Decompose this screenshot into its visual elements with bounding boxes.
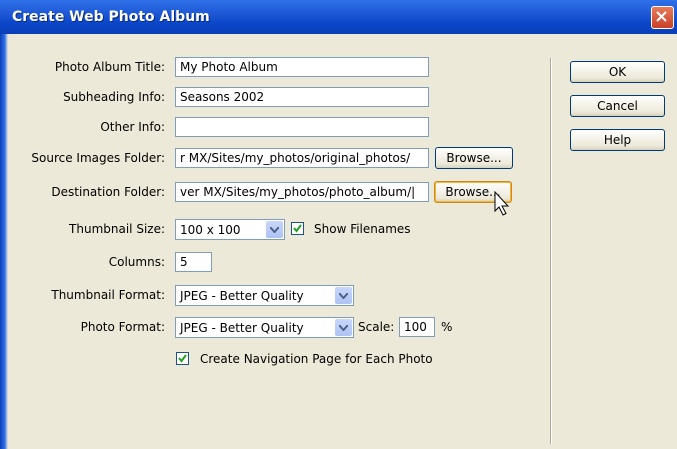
- checkmark-icon: [178, 354, 187, 363]
- scale-label: Scale:: [358, 320, 395, 334]
- columns-label: Columns:: [108, 255, 165, 269]
- album-title-label: Photo Album Title:: [54, 60, 165, 74]
- cancel-button[interactable]: Cancel: [570, 95, 665, 117]
- source-folder-input[interactable]: r MX/Sites/my_photos/original_photos/: [175, 148, 429, 168]
- scale-input[interactable]: 100: [399, 317, 435, 337]
- thumb-size-select[interactable]: 100 x 100: [175, 219, 285, 240]
- thumb-size-label: Thumbnail Size:: [69, 222, 165, 236]
- photo-format-select[interactable]: JPEG - Better Quality: [175, 317, 354, 338]
- source-folder-label: Source Images Folder:: [31, 151, 165, 165]
- dest-folder-label: Destination Folder:: [51, 185, 165, 199]
- ok-button[interactable]: OK: [570, 61, 665, 83]
- title-bar[interactable]: Create Web Photo Album: [0, 0, 677, 34]
- subheading-input[interactable]: Seasons 2002: [175, 87, 429, 107]
- other-info-label: Other Info:: [100, 120, 165, 134]
- thumb-size-value: 100 x 100: [180, 223, 241, 237]
- nav-page-checkbox[interactable]: [176, 352, 189, 365]
- percent-label: %: [441, 320, 453, 334]
- columns-input[interactable]: 5: [175, 252, 212, 272]
- mouse-cursor-icon: [494, 191, 510, 216]
- thumb-format-label: Thumbnail Format:: [51, 288, 165, 302]
- thumb-format-value: JPEG - Better Quality: [180, 289, 304, 303]
- photo-format-label: Photo Format:: [80, 320, 165, 334]
- photo-format-value: JPEG - Better Quality: [180, 321, 304, 335]
- checkmark-icon: [293, 224, 302, 233]
- dest-folder-input[interactable]: ver MX/Sites/my_photos/photo_album/|: [175, 182, 429, 202]
- dialog-window: Create Web Photo Album Photo Album Title…: [0, 0, 677, 449]
- subheading-label: Subheading Info:: [63, 90, 165, 104]
- close-icon: [656, 11, 667, 22]
- other-info-input[interactable]: [175, 117, 429, 137]
- show-filenames-checkbox[interactable]: [291, 222, 304, 235]
- help-button[interactable]: Help: [570, 129, 665, 151]
- nav-page-label: Create Navigation Page for Each Photo: [200, 352, 433, 366]
- browse-source-button[interactable]: Browse...: [435, 147, 513, 169]
- close-button[interactable]: [651, 6, 674, 29]
- dropdown-arrow-icon[interactable]: [335, 287, 352, 304]
- album-title-input[interactable]: My Photo Album: [175, 57, 429, 77]
- show-filenames-label: Show Filenames: [314, 222, 411, 236]
- dropdown-arrow-icon[interactable]: [335, 319, 352, 336]
- window-title: Create Web Photo Album: [12, 9, 210, 25]
- thumb-format-select[interactable]: JPEG - Better Quality: [175, 285, 354, 306]
- vertical-divider: [550, 58, 551, 444]
- dropdown-arrow-icon[interactable]: [266, 221, 283, 238]
